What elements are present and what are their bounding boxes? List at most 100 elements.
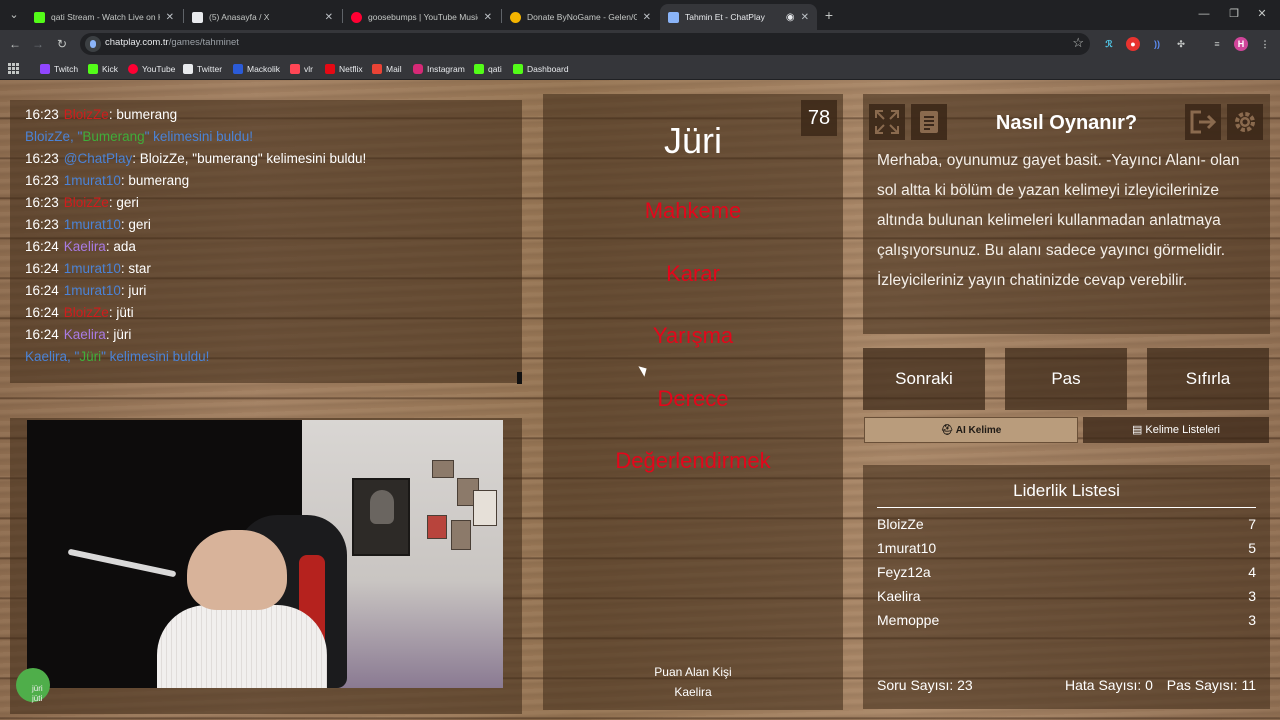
bookmark-twitch[interactable]: Twitch [40,62,78,76]
word-lists-label: Kelime Listeleri [1145,424,1221,436]
bookmarks-bar: Twitch Kick YouTube Twitter Mackolik vlr… [0,58,1280,80]
leaderboard-row: 1murat10 5 [877,537,1256,559]
chat-username[interactable]: 1murat10 [64,217,121,232]
kick-icon [88,64,98,74]
settings-gear-icon[interactable] [1227,104,1263,140]
site-info-icon[interactable] [85,36,101,52]
robot-icon: ⛑ [940,425,956,436]
tab-tahmin-et[interactable]: Tahmin Et - ChatPlay ◉ ✕ [660,4,817,30]
bookmark-label: Mail [386,64,402,74]
webcam-panel: jüri jüti [10,418,522,714]
list-icon: ▤ [1131,424,1146,436]
found-word: Jüri [79,349,102,364]
tab-close-icon[interactable]: ✕ [643,12,651,23]
media-control-icon[interactable]: ≡ [1210,37,1224,51]
bookmark-instagram[interactable]: Instagram [413,62,465,76]
netflix-icon [325,64,335,74]
chat-username[interactable]: BloizZe [64,305,109,320]
bookmark-label: vlr [304,64,313,74]
chat-username[interactable]: 1murat10 [64,261,121,276]
chat-timestamp: 16:23 [25,151,59,166]
recording-indicator-icon: ◉ [785,11,795,23]
tab-bynogame[interactable]: Donate ByNoGame - Gelen/Giden ✕ [502,4,659,30]
logout-icon[interactable] [1185,104,1221,140]
chat-username[interactable]: 1murat10 [64,173,121,188]
bookmark-label: YouTube [142,64,176,74]
url-path: /games/tahminet [168,37,239,48]
word-lists-button[interactable]: ▤ Kelime Listeleri [1083,417,1269,443]
extension-icon[interactable]: ℛ [1102,37,1116,51]
tab-youtube-music[interactable]: goosebumps | YouTube Music ✕ [343,4,500,30]
browser-menu-icon[interactable]: ⋮ [1258,37,1272,51]
profile-avatar[interactable]: H [1234,37,1248,51]
browser-toolbar: ← → ↻ chatplay.com.tr/games/tahminet ☆ ℛ… [0,30,1280,58]
how-to-play-text: Merhaba, oyunumuz gayet basit. -Yayıncı … [877,152,1240,289]
chat-username[interactable]: BloizZe [64,107,109,122]
chat-username[interactable]: BloizZe [64,195,109,210]
extension-icon[interactable]: )) [1150,37,1164,51]
player-score: 5 [1248,540,1256,556]
next-button[interactable]: Sonraki [863,348,985,410]
tab-search-icon[interactable]: ⌄ [4,5,24,25]
chat-username[interactable]: Kaelira [64,239,106,254]
chat-text: : jüti [108,305,134,320]
apps-grid-icon[interactable] [8,63,19,74]
streamer [187,530,287,610]
pass-button[interactable]: Pas [1005,348,1127,410]
chat-text: : geri [120,217,151,232]
back-icon[interactable]: ← [6,35,24,53]
ai-word-button[interactable]: ⛑ AI Kelime [864,417,1078,443]
bookmark-youtube[interactable]: YouTube [128,62,175,76]
tab-title: goosebumps | YouTube Music [368,12,478,22]
chat-text: : BloizZe, "bumerang" kelimesini buldu! [132,151,367,166]
chat-username[interactable]: BloizZe, " [25,129,82,144]
player-name: 1murat10 [877,540,937,556]
tab-close-icon[interactable]: ✕ [484,12,492,23]
how-to-play-panel: Nasıl Oynanır? Merhaba, oyunumuz gayet b… [863,94,1270,334]
error-count: Hata Sayısı: 0 [1065,677,1153,693]
bookmark-vlr[interactable]: vlr [290,62,313,76]
forbidden-word: Mahkeme [644,198,742,223]
url-text: chatplay.com.tr/games/tahminet [105,37,239,48]
bookmark-netflix[interactable]: Netflix [325,62,363,76]
bookmark-mail[interactable]: Mail [372,62,402,76]
extension-icon[interactable]: ● [1126,37,1140,51]
tab-close-icon[interactable]: ✕ [325,12,333,23]
tab-close-icon[interactable]: ✕ [801,12,809,23]
bookmark-mackolik[interactable]: Mackolik [233,62,280,76]
forward-icon[interactable]: → [29,35,47,53]
leaderboard-row: BloizZe 7 [877,513,1256,535]
reload-icon[interactable]: ↻ [53,35,71,53]
kick-icon [513,64,523,74]
window-close-icon[interactable]: ✕ [1244,4,1280,24]
chat-messages: 16:23 BloizZe: bumerang BloizZe, "Bumerang… [25,104,507,368]
chat-username[interactable]: 1murat10 [64,283,121,298]
reset-button[interactable]: Sıfırla [1147,348,1269,410]
bookmark-label: Twitch [54,64,79,74]
chat-username[interactable]: @ChatPlay [64,151,132,166]
chat-text: : bumerang [108,107,178,122]
tab-x-home[interactable]: (5) Anasayfa / X ✕ [184,4,341,30]
chat-panel: 16:23 BloizZe: bumerang BloizZe, "Bumerang… [10,100,522,384]
forbidden-word: Karar [666,261,720,286]
address-bar[interactable]: chatplay.com.tr/games/tahminet ☆ [80,33,1090,55]
chat-message: 16:24 1murat10: juri [25,280,507,302]
bookmark-qati[interactable]: qati [474,62,502,76]
chat-system-message: BloizZe, "Bumerang" kelimesini buldu! [25,126,507,148]
player-name: Feyz12a [877,564,931,580]
found-word: Bumerang [82,129,145,144]
bookmark-kick[interactable]: Kick [88,62,118,76]
new-tab-icon[interactable]: + [820,6,838,24]
bookmark-twitter[interactable]: Twitter [183,62,222,76]
bookmark-star-icon[interactable]: ☆ [1072,35,1084,51]
chat-username[interactable]: Kaelira, " [25,349,79,364]
tab-kick-stream[interactable]: qati Stream - Watch Live on Kick ✕ [26,4,182,30]
tab-close-icon[interactable]: ✕ [166,12,174,23]
extensions-puzzle-icon[interactable]: ✣ [1174,37,1188,51]
chat-username[interactable]: Kaelira [64,327,106,342]
bookmark-label: Instagram [427,64,465,74]
word-panel: 78 Jüri Mahkeme Karar Yarışma Derece Değ… [543,94,843,710]
tab-title: Tahmin Et - ChatPlay [685,12,765,22]
chat-scrollbar[interactable] [517,372,522,384]
bookmark-dashboard[interactable]: Dashboard [513,62,569,76]
